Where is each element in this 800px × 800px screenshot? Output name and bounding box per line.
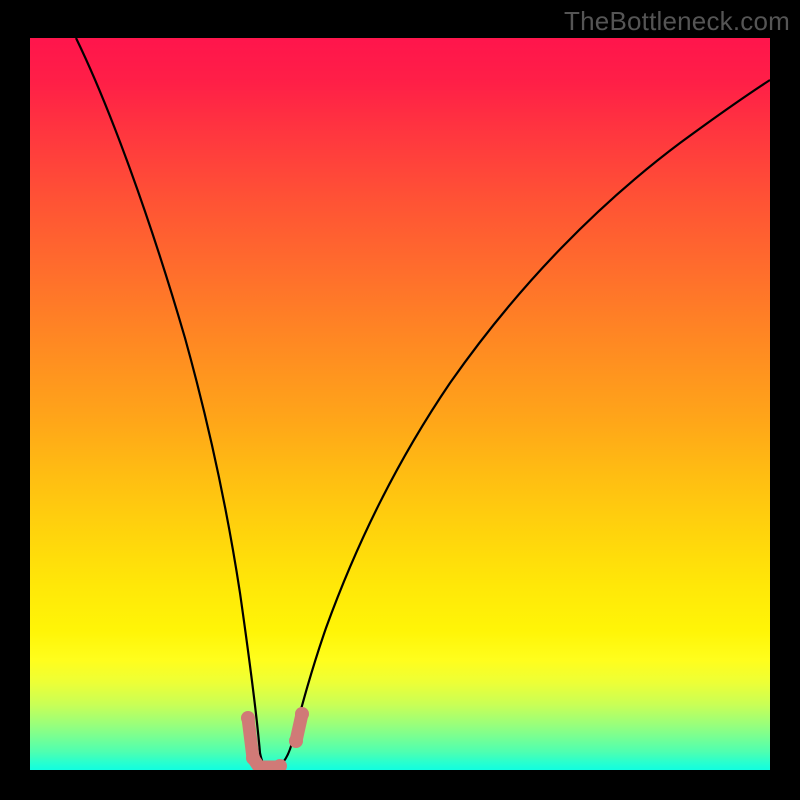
plot-area: [30, 38, 770, 770]
right-marker-top: [295, 707, 309, 721]
chart-frame: TheBottleneck.com: [0, 0, 800, 800]
curve-layer: [30, 38, 770, 770]
bottleneck-curve: [76, 38, 770, 768]
watermark-text: TheBottleneck.com: [564, 6, 790, 37]
valley-markers: [241, 707, 309, 770]
